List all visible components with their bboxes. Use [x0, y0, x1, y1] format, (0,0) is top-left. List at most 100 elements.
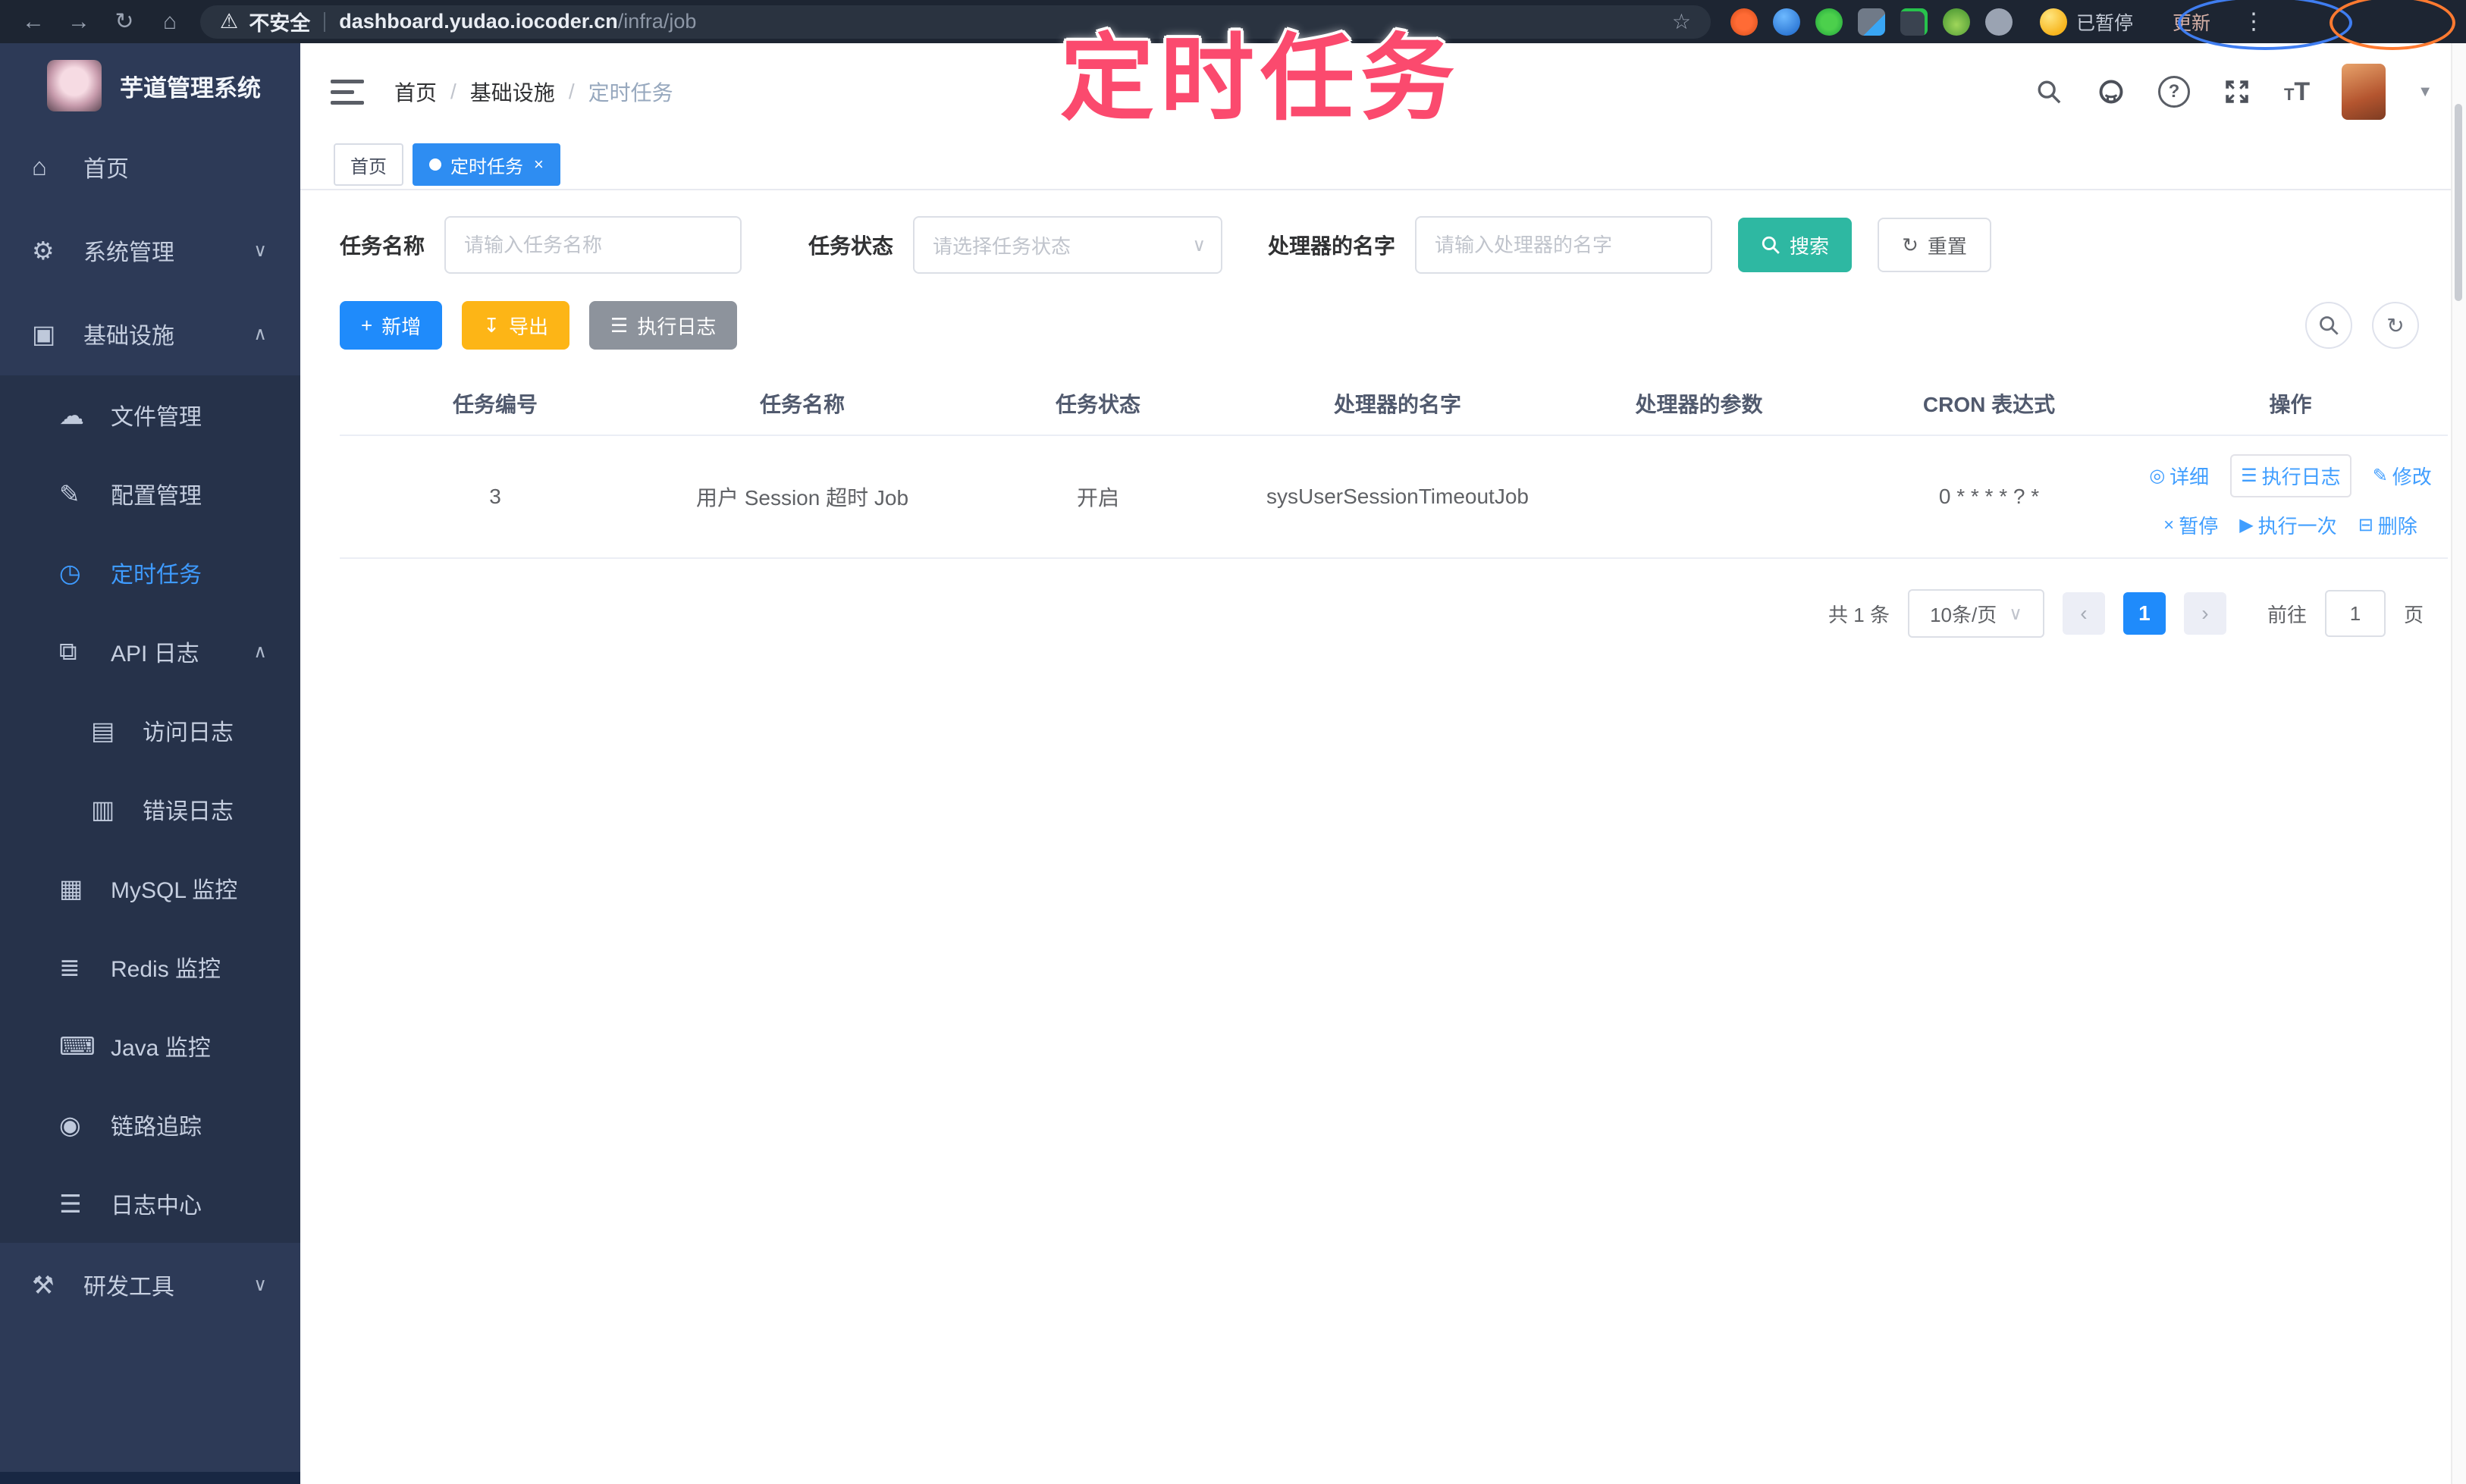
sidebar-item-file-management[interactable]: ☁ 文件管理 — [0, 375, 300, 454]
sidebar-item-error-log[interactable]: ▥ 错误日志 — [0, 770, 300, 849]
gear-icon: ⚙ — [32, 236, 55, 265]
breadcrumb-home[interactable]: 首页 — [394, 77, 437, 107]
edit-link[interactable]: ✎ 修改 — [2373, 462, 2432, 490]
sidebar-item-config-management[interactable]: ✎ 配置管理 — [0, 454, 300, 533]
home-icon: ⌂ — [32, 152, 47, 180]
sidebar-item-scheduled-tasks[interactable]: ◷ 定时任务 — [0, 533, 300, 612]
col-job-id: 任务编号 — [340, 372, 651, 436]
security-label: 不安全 — [249, 12, 311, 35]
reset-button[interactable]: ↻ 重置 — [1878, 218, 1991, 272]
github-icon[interactable] — [2096, 77, 2126, 107]
browser-home-icon[interactable]: ⌂ — [147, 9, 193, 35]
cloud-upload-icon: ☁ — [59, 400, 84, 429]
close-tab-icon[interactable]: × — [534, 155, 544, 174]
user-avatar[interactable] — [2342, 64, 2386, 120]
extension-orange-icon[interactable] — [1730, 8, 1758, 36]
paused-badge-label: 已暂停 — [2076, 12, 2134, 34]
collapse-sidebar-icon[interactable] — [331, 79, 364, 105]
sidebar: 芋道管理系统 ⌂ 首页 ⚙ 系统管理 ∨ ▣ 基础设施 ∧ ☁ 文件管理 ✎ 配… — [0, 43, 300, 1484]
search-icon[interactable] — [2034, 77, 2064, 107]
page-1-button[interactable]: 1 — [2122, 592, 2166, 635]
browser-reload-icon[interactable]: ↻ — [102, 8, 147, 35]
window-scrollbar[interactable] — [2451, 43, 2466, 1484]
detail-icon: ◎ — [2149, 466, 2166, 486]
fullscreen-icon[interactable] — [2222, 77, 2252, 107]
col-handler-param: 处理器的参数 — [1553, 372, 1845, 436]
sidebar-item-home[interactable]: ⌂ 首页 — [0, 125, 300, 209]
table-row: 3 用户 Session 超时 Job 开启 sysUserSessionTim… — [340, 435, 2448, 559]
task-name-input[interactable] — [446, 233, 741, 257]
cell-job-status: 开启 — [954, 435, 1242, 559]
goto-page-input[interactable] — [2330, 601, 2380, 626]
next-page-button[interactable]: › — [2183, 592, 2226, 635]
page-size-select[interactable]: 10条/页 ∨ — [1907, 589, 2044, 638]
download-icon: ↧ — [483, 313, 500, 337]
bookmark-star-icon[interactable]: ☆ — [1672, 9, 1691, 34]
warning-icon: ⚠ — [220, 10, 239, 33]
extensions-puzzle-icon[interactable] — [1985, 8, 2013, 36]
refresh-icon[interactable]: ↻ — [2372, 302, 2419, 349]
sidebar-item-log-center[interactable]: ☰ 日志中心 — [0, 1164, 300, 1243]
breadcrumb-separator: / — [450, 80, 456, 103]
search-button[interactable]: 搜索 — [1738, 218, 1853, 272]
sidebar-item-trace[interactable]: ◉ 链路追踪 — [0, 1085, 300, 1164]
app-logo-row[interactable]: 芋道管理系统 — [0, 43, 300, 125]
handler-name-input[interactable] — [1417, 233, 1711, 257]
goto-page-field[interactable] — [2324, 590, 2386, 637]
browser-back-icon[interactable]: ← — [11, 9, 56, 35]
run-once-link[interactable]: ▶ 执行一次 — [2239, 511, 2336, 539]
execution-log-button[interactable]: ☰ 执行日志 — [589, 301, 738, 350]
extension-blue-icon[interactable] — [1773, 8, 1800, 36]
delete-link[interactable]: ⊟ 删除 — [2358, 511, 2417, 539]
caret-down-icon[interactable]: ▼ — [2417, 83, 2433, 101]
search-icon — [1762, 236, 1780, 254]
font-size-icon[interactable]: TT — [2284, 77, 2310, 107]
sidebar-item-java-monitor[interactable]: ⌨ Java 监控 — [0, 1006, 300, 1085]
extension-plant-icon[interactable] — [1943, 8, 1970, 36]
detail-link[interactable]: ◎ 详细 — [2149, 462, 2209, 490]
browser-menu-icon[interactable]: ⋮ — [2242, 8, 2265, 35]
tabs-bar: 首页 定时任务 × — [300, 140, 2466, 190]
paused-extension-pill[interactable]: 已暂停 — [2028, 5, 2145, 39]
handler-name-field[interactable] — [1415, 216, 1713, 274]
add-button[interactable]: + 新增 — [340, 301, 443, 350]
table-toolbar: + 新增 ↧ 导出 ☰ 执行日志 ↻ — [340, 301, 2439, 350]
export-button[interactable]: ↧ 导出 — [462, 301, 570, 350]
browser-forward-icon[interactable]: → — [56, 9, 102, 35]
sidebar-bottom-strip — [0, 1472, 300, 1484]
sidebar-item-dev-tools[interactable]: ⚒ 研发工具 ∨ — [0, 1243, 300, 1326]
row-execution-log-link[interactable]: ☰ 执行日志 — [2230, 454, 2351, 497]
task-status-select[interactable]: 请选择任务状态 ∨ — [913, 216, 1223, 274]
sidebar-item-api-log[interactable]: ⧉ API 日志 ∧ — [0, 612, 300, 691]
timer-icon: ◷ — [59, 558, 81, 587]
edit-icon: ✎ — [2372, 466, 2388, 486]
help-icon[interactable]: ? — [2157, 76, 2190, 108]
address-bar[interactable]: ⚠ 不安全 dashboard.yudao.iocoder.cn /infra/… — [200, 5, 1711, 39]
toolbox-icon: ⚒ — [32, 1270, 55, 1299]
extension-green-check-icon[interactable] — [1815, 8, 1843, 36]
cell-handler-param — [1553, 435, 1845, 559]
sidebar-item-redis-monitor[interactable]: ≣ Redis 监控 — [0, 927, 300, 1006]
pagination: 共 1 条 10条/页 ∨ ‹ 1 › 前往 页 — [340, 589, 2439, 638]
extension-on-badge-icon[interactable] — [1900, 8, 1928, 36]
cell-handler-name: sysUserSessionTimeoutJob — [1242, 435, 1553, 559]
tab-home[interactable]: 首页 — [334, 143, 403, 186]
url-host: dashboard.yudao.iocoder.cn — [339, 10, 618, 33]
scrollbar-thumb[interactable] — [2455, 104, 2462, 301]
breadcrumb-separator: / — [568, 80, 575, 103]
breadcrumb-infrastructure[interactable]: 基础设施 — [470, 77, 555, 107]
sidebar-item-infrastructure[interactable]: ▣ 基础设施 ∧ — [0, 292, 300, 375]
sidebar-item-mysql-monitor[interactable]: ▦ MySQL 监控 — [0, 849, 300, 927]
pause-link[interactable]: × 暂停 — [2163, 511, 2218, 539]
show-search-icon[interactable] — [2305, 302, 2352, 349]
update-button[interactable]: 更新 — [2160, 5, 2223, 39]
sidebar-item-access-log[interactable]: ▤ 访问日志 — [0, 691, 300, 770]
cell-job-name: 用户 Session 超时 Job — [651, 435, 954, 559]
tab-scheduled-tasks[interactable]: 定时任务 × — [413, 143, 560, 186]
prev-page-button[interactable]: ‹ — [2062, 592, 2105, 635]
task-name-field[interactable] — [444, 216, 742, 274]
sidebar-item-system-management[interactable]: ⚙ 系统管理 ∨ — [0, 209, 300, 292]
extension-grid-icon[interactable] — [1858, 8, 1885, 36]
error-log-icon: ▥ — [91, 795, 115, 824]
plus-icon: + — [361, 313, 373, 337]
